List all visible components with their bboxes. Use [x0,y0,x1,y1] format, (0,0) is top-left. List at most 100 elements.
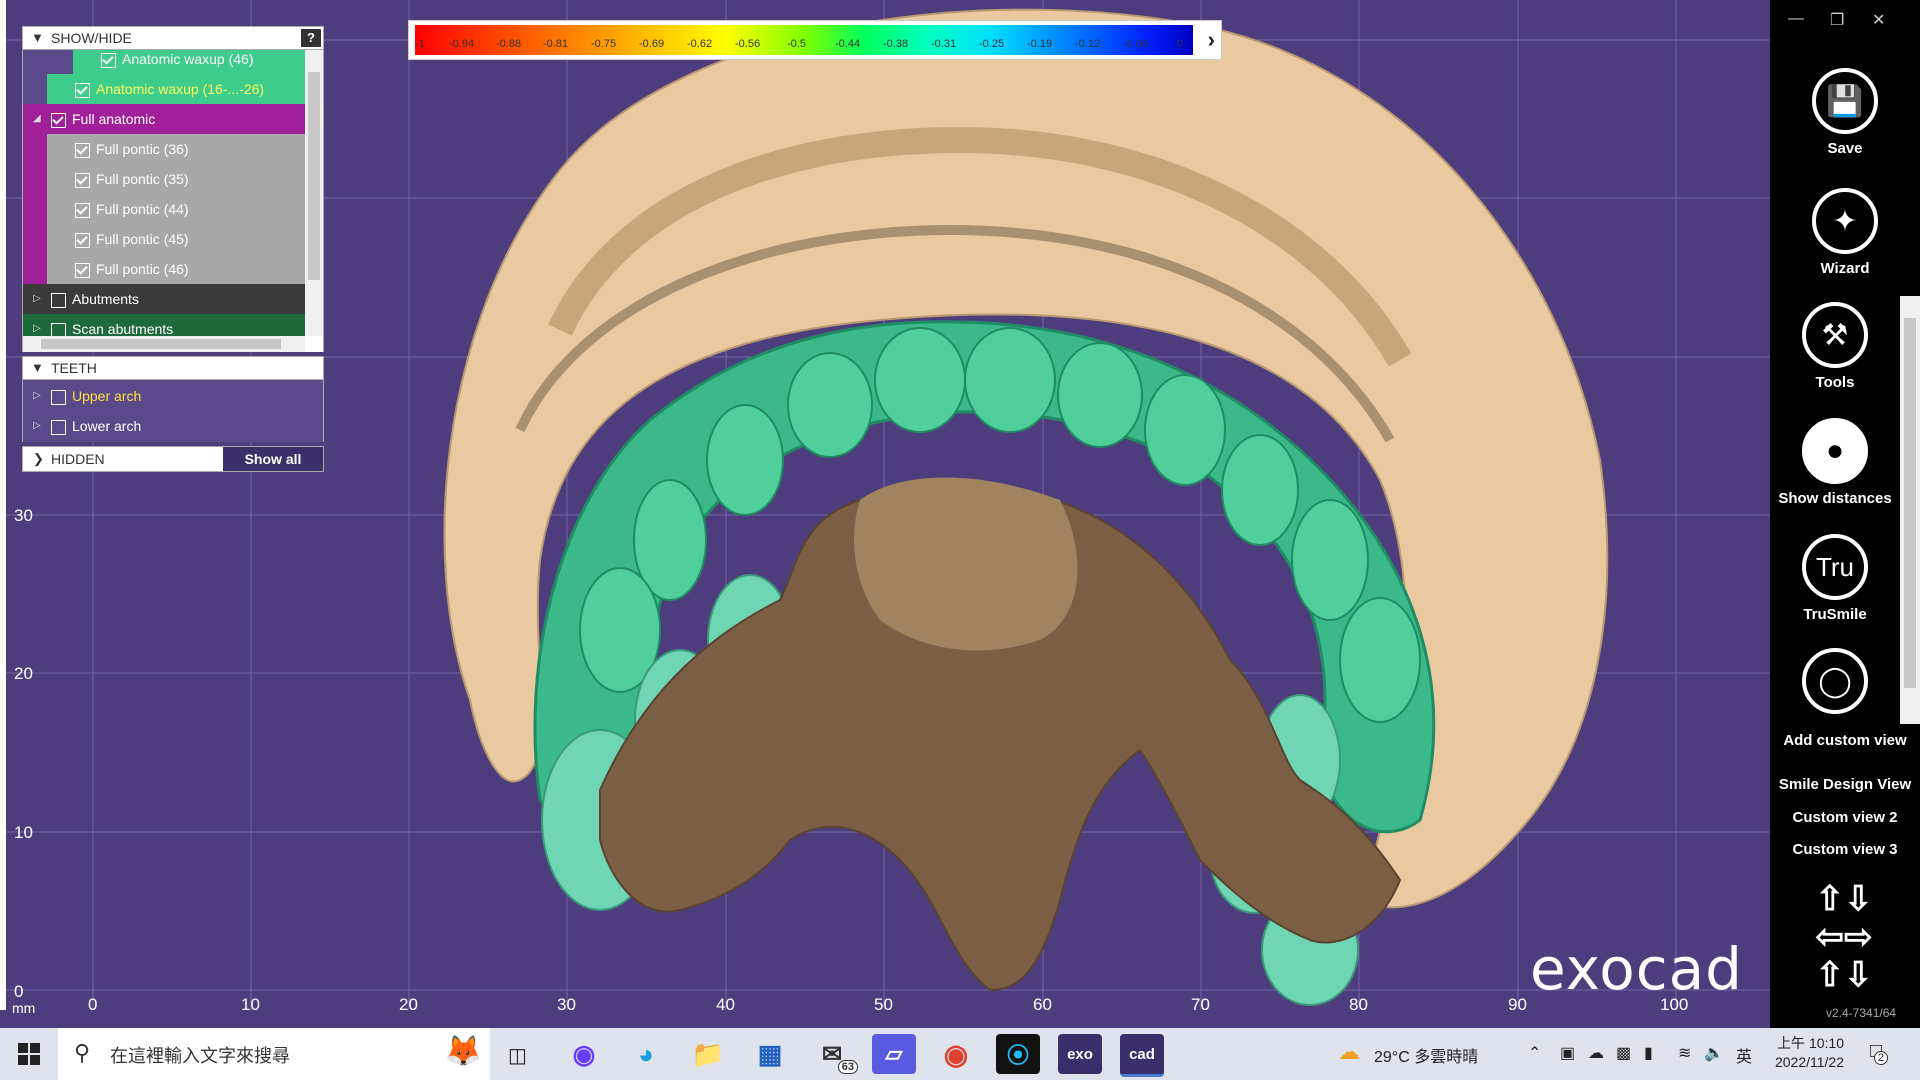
add-custom-view-button[interactable]: ◯ Add custom view [1760,648,1910,749]
checkbox[interactable] [75,232,90,248]
show-all-button[interactable]: Show all [223,447,323,471]
tree-horizontal-scrollbar[interactable] [23,336,305,352]
restore-icon[interactable]: ❐ [1830,10,1844,30]
file-explorer-icon[interactable]: 📁 [686,1034,730,1074]
weather-icon[interactable]: ☁ [1338,1039,1360,1065]
edge-icon[interactable]: ◕ [624,1034,668,1074]
y-tick-20: 20 [14,664,33,683]
3d-viewport[interactable]: 30 20 10 0 mm 0 10 20 30 40 50 60 70 80 … [0,0,1770,1028]
wizard-button[interactable]: ✦ Wizard [1770,188,1920,277]
task-view-icon[interactable]: ◫ [508,1043,527,1068]
checkbox[interactable] [51,389,66,405]
checkbox[interactable] [51,419,66,435]
onedrive-icon[interactable]: ☁ [1588,1043,1604,1063]
legend-tick: -0.19 [1027,38,1053,50]
wizard-icon: ✦ [1812,188,1878,254]
custom-view-2-link[interactable]: Custom view 2 [1770,809,1920,826]
tree-item-label: Full anatomic [72,111,156,127]
scroll-thumb[interactable] [1904,318,1916,688]
close-icon[interactable]: ✕ [1872,10,1885,30]
tree-item-anatomic-waxup-16-26[interactable]: Anatomic waxup (16-...-26) [47,74,305,104]
save-icon: 💾 [1812,68,1878,134]
add-custom-view-label: Add custom view [1783,732,1907,749]
tools-button[interactable]: ⚒ Tools [1760,302,1910,391]
mail-icon[interactable]: ✉ 63 [810,1034,858,1074]
legend-tick: -0.31 [931,38,957,50]
meet-icon[interactable]: ▣ [1560,1043,1575,1063]
expand-triangle-icon[interactable]: ▷ [33,284,41,314]
legend-tick: -0.25 [979,38,1005,50]
checkbox[interactable] [101,52,116,68]
speaker-icon[interactable]: 🔈 [1704,1043,1724,1063]
chevron-right-icon: ❯ [33,451,44,466]
smile-design-view-link[interactable]: Smile Design View [1770,776,1920,793]
messenger-icon[interactable]: ◉ [562,1034,606,1074]
tree-item-abutments[interactable]: ▷ Abutments [23,284,305,314]
tree-item-full-pontic-35[interactable]: Full pontic (35) [47,164,305,194]
display-icon[interactable]: ▩ [1616,1043,1631,1063]
legend-tick: -0.69 [639,38,665,50]
right-toolbar: — ❐ ✕ 💾 Save ✦ Wizard ⚒ Tools ● Show dis… [1770,0,1920,1028]
expand-triangle-icon[interactable]: ▷ [33,381,41,411]
teeth-item-label: Lower arch [72,418,142,434]
ime-indicator[interactable]: 英 [1736,1043,1752,1067]
toolbar-scrollbar[interactable] [1900,296,1920,724]
x-tick: 0 [88,995,98,1014]
legend-tick: -0.38 [883,38,909,50]
teeth-header[interactable]: ▼ TEETH [22,356,324,380]
chevron-up-icon[interactable]: ⌃ [1528,1043,1541,1063]
wifi-icon[interactable]: ≋ [1678,1043,1691,1063]
tree-item-full-pontic-36[interactable]: Full pontic (36) [47,134,305,164]
tree-item-label: Full pontic (45) [96,231,189,247]
teeth-item-lower-arch[interactable]: ▷ Lower arch [23,411,323,441]
tree-item-full-pontic-44[interactable]: Full pontic (44) [47,194,305,224]
legend-expand-arrow[interactable]: › [1208,27,1215,53]
checkbox[interactable] [75,82,90,98]
save-button[interactable]: 💾 Save [1770,68,1920,157]
distances-icon: ● [1802,418,1868,484]
legend-tick: -0.5 [787,38,806,50]
scroll-thumb[interactable] [41,339,281,349]
tree-item-full-pontic-46[interactable]: Full pontic (46) [47,254,305,284]
windows-start-icon[interactable] [18,1043,40,1065]
show-distances-button[interactable]: ● Show distances [1760,418,1910,507]
minimize-icon[interactable]: — [1788,10,1804,28]
legend-tick: -0.56 [735,38,761,50]
checkbox[interactable] [75,172,90,188]
help-button[interactable]: ? [301,29,321,47]
webex-icon[interactable]: ⦿ [996,1034,1040,1074]
x-tick: 90 [1508,995,1527,1014]
store-icon[interactable]: ▦ [748,1034,792,1074]
show-hide-title: SHOW/HIDE [51,30,132,46]
expand-triangle-icon[interactable]: ▷ [33,411,41,441]
custom-view-3-link[interactable]: Custom view 3 [1770,841,1920,858]
checkbox[interactable] [51,112,66,128]
battery-icon[interactable]: ▮ [1644,1043,1653,1063]
trusmile-button[interactable]: Tru TruSmile [1760,534,1910,623]
checkbox[interactable] [75,142,90,158]
app-icon[interactable]: ▱ [872,1034,916,1074]
notification-icon[interactable]: □ 2 [1870,1040,1889,1065]
weather-text[interactable]: 29°C 多雲時晴 [1374,1043,1478,1067]
teeth-item-upper-arch[interactable]: ▷ Upper arch [23,381,323,411]
clock[interactable]: 上午 10:10 2022/11/22 [1764,1034,1844,1072]
chrome-icon[interactable]: ◉ [934,1034,978,1074]
show-hide-header[interactable]: ▼ SHOW/HIDE ? [22,26,324,50]
tools-icon: ⚒ [1802,302,1868,368]
navigation-arrows-icon[interactable]: ⇧⇩ ⇦⇨ ⇧⇩ [1804,880,1884,994]
checkbox[interactable] [75,202,90,218]
expand-triangle-icon[interactable]: ◢ [33,104,41,134]
tree-item-full-pontic-45[interactable]: Full pontic (45) [47,224,305,254]
tree-item-anatomic-waxup-46[interactable]: Anatomic waxup (46) [73,50,305,74]
tree-item-full-anatomic[interactable]: ◢ Full anatomic [23,104,305,134]
checkbox[interactable] [51,292,66,308]
mail-badge: 63 [837,1060,858,1074]
exocad-cad-button[interactable]: cad [1120,1034,1164,1077]
tree-vertical-scrollbar[interactable] [305,50,323,336]
exocad-exo-button[interactable]: exo [1058,1034,1102,1074]
taskbar-search-box[interactable]: ⚲ 在這裡輸入文字來搜尋 🦊 [58,1028,490,1080]
legend-tick: -0.06 [1123,38,1149,50]
checkbox[interactable] [75,262,90,278]
scroll-thumb[interactable] [308,72,320,280]
hidden-header[interactable]: ❯ HIDDEN Show all [22,446,324,472]
